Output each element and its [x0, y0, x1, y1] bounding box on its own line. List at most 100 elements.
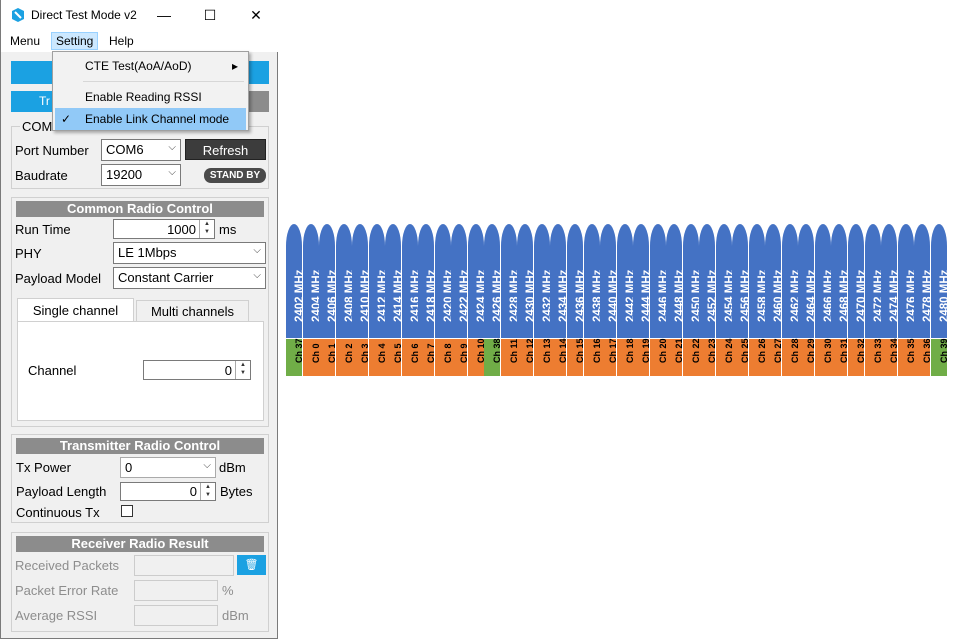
frequency-cell: 2412 MHz	[368, 224, 389, 338]
data-channel-cell: Ch 18	[616, 338, 635, 376]
checkmark-icon: ✓	[61, 112, 72, 126]
ble-channel-map: 2402 MHz Ch 37 2404 MHz Ch 0 2406 MHz Ch 1 240…	[286, 224, 951, 376]
transmitter-header: Transmitter Radio Control	[16, 438, 264, 454]
spin-arrows-icon[interactable]: ▲ ▼	[235, 361, 250, 379]
per-label: Packet Error Rate	[15, 583, 119, 598]
data-channel-cell: Ch 30	[814, 338, 833, 376]
per-field	[134, 580, 218, 601]
refresh-button[interactable]: Refresh	[185, 139, 266, 160]
channel-column: 2472 MHz Ch 33	[864, 224, 885, 376]
continuous-tx-label: Continuous Tx	[16, 505, 100, 520]
frequency-cell: 2410 MHz	[352, 224, 372, 338]
channel-column: 2476 MHz Ch 35	[897, 224, 918, 376]
data-channel-cell: Ch 3	[352, 338, 370, 376]
data-channel-cell: Ch 8	[434, 338, 453, 376]
channel-column: 2464 MHz Ch 29	[798, 224, 818, 376]
menu-item-enable-rssi[interactable]: Enable Reading RSSI	[55, 86, 246, 108]
frequency-cell: 2422 MHz	[451, 224, 471, 338]
frequency-cell: 2420 MHz	[434, 224, 455, 338]
payload-length-stepper[interactable]: 0 ▲ ▼	[120, 482, 216, 501]
channel-column: 2462 MHz Ch 28	[781, 224, 802, 376]
channel-column: 2404 MHz Ch 0	[302, 224, 323, 376]
frequency-cell: 2464 MHz	[798, 224, 818, 338]
frequency-cell: 2438 MHz	[583, 224, 604, 338]
channel-label: Channel	[28, 363, 77, 378]
advertising-channel-cell: Ch 38	[484, 338, 502, 376]
channel-column: 2468 MHz Ch 31	[831, 224, 851, 376]
tx-power-select[interactable]: 0 ⌵	[120, 457, 216, 478]
channel-column: 2424 MHz Ch 10	[467, 224, 488, 376]
channel-column: 2418 MHz Ch 7	[418, 224, 438, 376]
frequency-cell: 2476 MHz	[897, 224, 918, 338]
tx-power-value: 0	[125, 460, 133, 475]
menu-item-cte-label: CTE Test(AoA/AoD)	[85, 59, 192, 73]
payload-length-label: Payload Length	[16, 484, 107, 499]
data-channel-cell: Ch 25	[732, 338, 750, 376]
frequency-cell: 2452 MHz	[699, 224, 719, 338]
payload-model-value: Constant Carrier	[118, 270, 214, 285]
menu-separator	[83, 81, 244, 82]
menu-setting[interactable]: Setting	[51, 32, 99, 50]
data-channel-cell: Ch 34	[881, 338, 899, 376]
baudrate-value: 19200	[106, 167, 143, 182]
baudrate-select[interactable]: 19200 ⌵	[101, 164, 181, 186]
phy-select[interactable]: LE 1Mbps ⌵	[113, 242, 266, 264]
avg-rssi-field	[134, 605, 218, 626]
title-bar: Direct Test Mode v2 — ☐ ✕	[1, 0, 279, 30]
app-logo-icon	[12, 8, 24, 22]
tab-multi-channels[interactable]: Multi channels	[136, 300, 249, 322]
run-time-stepper[interactable]: 1000 ▲ ▼	[113, 219, 215, 239]
advertising-channel-cell: Ch 37	[286, 338, 304, 376]
maximize-button[interactable]: ☐	[187, 0, 233, 30]
run-time-label: Run Time	[15, 222, 71, 237]
menu-help[interactable]: Help	[105, 33, 138, 49]
channel-column: 2474 MHz Ch 34	[881, 224, 901, 376]
frequency-cell: 2462 MHz	[781, 224, 802, 338]
frequency-cell: 2430 MHz	[517, 224, 537, 338]
frequency-cell: 2436 MHz	[567, 224, 587, 338]
data-channel-cell: Ch 24	[715, 338, 734, 376]
frequency-cell: 2432 MHz	[533, 224, 554, 338]
payload-model-select[interactable]: Constant Carrier ⌵	[113, 267, 266, 289]
clear-button[interactable]: 🗑	[237, 555, 266, 575]
received-packets-field	[134, 555, 234, 576]
frequency-cell: 2440 MHz	[600, 224, 620, 338]
channel-column: 2402 MHz Ch 37	[286, 224, 306, 376]
frequency-cell: 2416 MHz	[401, 224, 422, 338]
menu-item-link-channel[interactable]: ✓ Enable Link Channel mode	[55, 108, 246, 130]
spin-arrows-icon[interactable]: ▲ ▼	[199, 220, 214, 238]
menu-item-cte-test[interactable]: CTE Test(AoA/AoD) ▸	[55, 55, 246, 77]
minimize-button[interactable]: —	[141, 0, 187, 30]
data-channel-cell: Ch 19	[633, 338, 651, 376]
data-channel-cell: Ch 17	[600, 338, 618, 376]
frequency-cell: 2446 MHz	[649, 224, 670, 338]
frequency-cell: 2424 MHz	[467, 224, 488, 338]
channel-column: 2456 MHz Ch 25	[732, 224, 752, 376]
frequency-cell: 2418 MHz	[418, 224, 438, 338]
frequency-cell: 2404 MHz	[302, 224, 323, 338]
tab-single-channel[interactable]: Single channel	[17, 298, 134, 322]
channel-stepper[interactable]: 0 ▲ ▼	[143, 360, 251, 380]
frequency-cell: 2478 MHz	[914, 224, 934, 338]
close-button[interactable]: ✕	[233, 0, 279, 30]
channel-column: 2446 MHz Ch 20	[649, 224, 670, 376]
channel-column: 2408 MHz Ch 2	[335, 224, 356, 376]
frequency-cell: 2414 MHz	[385, 224, 405, 338]
continuous-tx-checkbox[interactable]	[121, 505, 133, 517]
menu-bar: Menu Setting Help	[1, 30, 279, 52]
channel-column: 2480 MHz Ch 39	[930, 224, 951, 376]
data-channel-cell: Ch 32	[848, 338, 866, 376]
spin-arrows-icon[interactable]: ▲ ▼	[200, 483, 215, 500]
data-channel-cell: Ch 11	[500, 338, 519, 376]
data-channel-cell: Ch 28	[781, 338, 800, 376]
channel-column: 2434 MHz Ch 14	[550, 224, 570, 376]
frequency-cell: 2434 MHz	[550, 224, 570, 338]
data-channel-cell: Ch 21	[666, 338, 684, 376]
menu-menu[interactable]: Menu	[6, 33, 44, 49]
channel-column: 2428 MHz Ch 11	[500, 224, 521, 376]
frequency-cell: 2442 MHz	[616, 224, 637, 338]
port-select[interactable]: COM6 ⌵	[101, 139, 181, 161]
data-channel-cell: Ch 2	[335, 338, 354, 376]
frequency-cell: 2458 MHz	[748, 224, 769, 338]
payload-model-label: Payload Model	[15, 271, 101, 286]
